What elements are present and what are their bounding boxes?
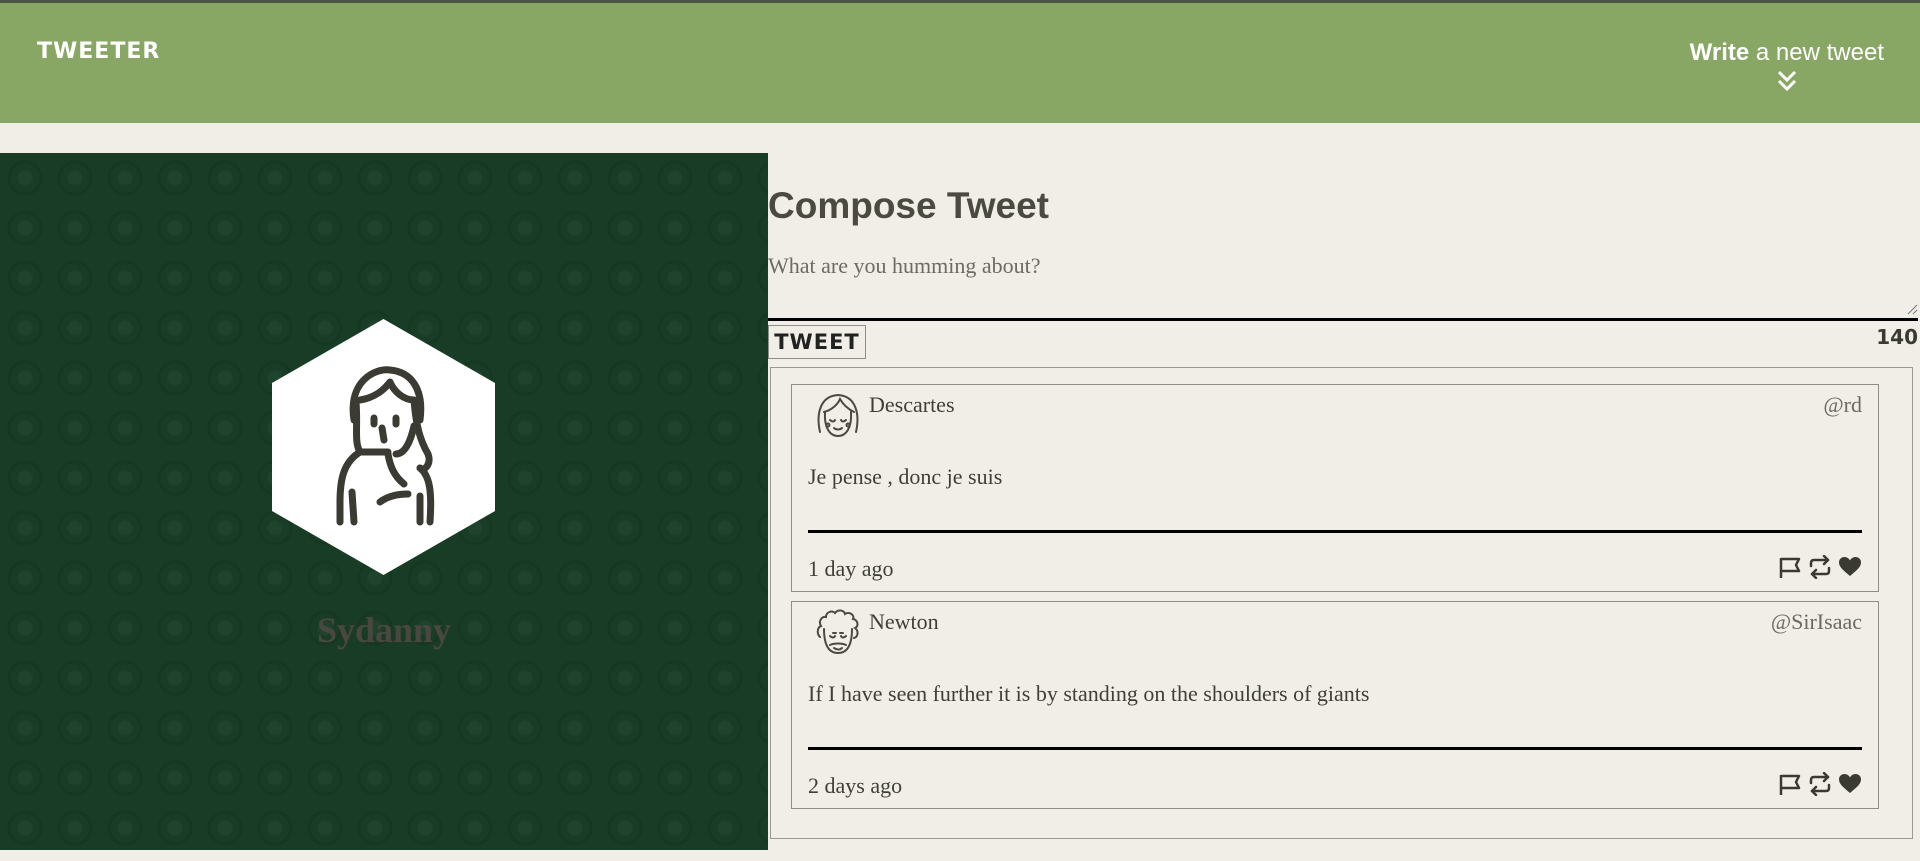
brand-logo[interactable]: TWEETER <box>37 39 160 64</box>
flag-icon[interactable] <box>1778 772 1802 796</box>
tweet-author-handle: @SirIsaac <box>1770 609 1862 634</box>
profile-avatar <box>272 319 495 575</box>
tweet-timestamp: 1 day ago <box>808 556 894 581</box>
tweet-feed[interactable]: Descartes @rd Je pense , donc je suis 1 … <box>770 367 1913 839</box>
retweet-icon[interactable] <box>1808 554 1832 580</box>
write-new-tweet-toggle[interactable]: Write a new tweet <box>1690 39 1884 93</box>
tweet-author-name: Descartes <box>869 392 955 417</box>
tweet-input[interactable] <box>768 253 1918 321</box>
tweet-card: Descartes @rd Je pense , donc je suis 1 … <box>791 384 1879 592</box>
tweet-feed-inner: Descartes @rd Je pense , donc je suis 1 … <box>771 368 1899 823</box>
navbar: TWEETER Write a new tweet <box>0 3 1920 123</box>
tweet-actions <box>1778 771 1862 797</box>
compose-toggle-label: a new tweet <box>1749 39 1884 66</box>
tweet-text: If I have seen further it is by standing… <box>808 681 1370 706</box>
tweet-card: Newton @SirIsaac If I have seen further … <box>791 601 1879 809</box>
woman-avatar-icon <box>336 366 434 526</box>
character-counter: 140 <box>1876 325 1918 349</box>
tweet-submit-button[interactable]: TWEET <box>768 325 866 359</box>
bob-hair-avatar-icon <box>817 393 859 438</box>
heart-icon[interactable] <box>1838 772 1862 796</box>
tweet-author-name: Newton <box>869 609 939 634</box>
tweet-author-handle: @rd <box>1823 392 1862 417</box>
curly-hair-avatar-icon <box>816 609 859 655</box>
profile-panel: Sydanny <box>0 153 768 850</box>
tweet-text: Je pense , donc je suis <box>808 464 1003 489</box>
tweet-actions <box>1778 554 1862 580</box>
compose-toggle-bold: Write <box>1689 39 1750 66</box>
tweet-divider <box>808 530 1862 533</box>
flag-icon[interactable] <box>1778 555 1802 579</box>
retweet-icon[interactable] <box>1808 771 1832 797</box>
double-chevron-down-icon <box>1777 70 1796 92</box>
heart-icon[interactable] <box>1838 555 1862 579</box>
tweet-timestamp: 2 days ago <box>808 773 903 798</box>
compose-heading: Compose Tweet <box>768 185 1049 226</box>
tweet-divider <box>808 747 1862 750</box>
resize-grip-icon[interactable] <box>1906 303 1918 315</box>
profile-username: Sydanny <box>316 610 452 650</box>
